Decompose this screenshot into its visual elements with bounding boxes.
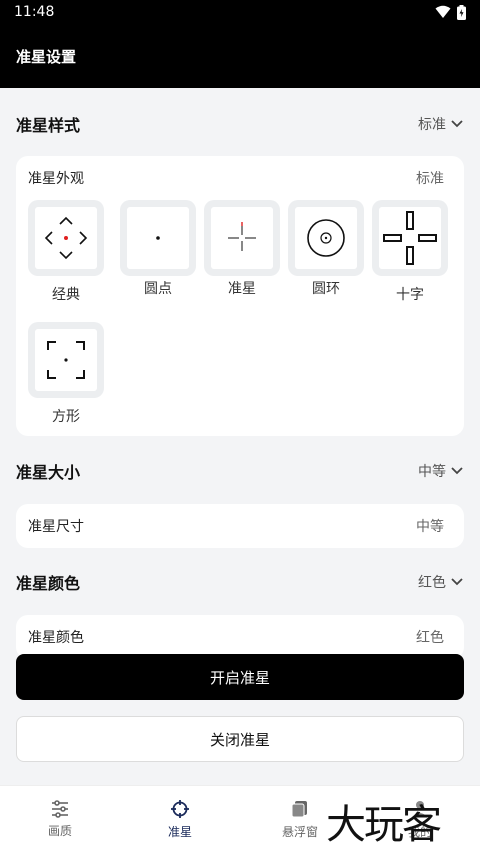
classic-crosshair-icon — [44, 216, 88, 260]
style-dropdown-value: 标准 — [418, 117, 446, 133]
size-row: 准星尺寸 中等 — [16, 504, 464, 548]
size-card[interactable]: 准星尺寸 中等 — [16, 504, 464, 548]
size-section-header[interactable]: 准星大小 中等 — [16, 456, 464, 486]
style-option-square[interactable]: 方形 — [28, 322, 104, 426]
tab-label: 准星 — [167, 825, 192, 839]
square-crosshair-icon — [47, 341, 85, 379]
ring-crosshair-icon — [307, 219, 345, 257]
style-option-frame — [204, 200, 280, 276]
style-option-frame — [28, 322, 104, 398]
style-option-label: 方形 — [52, 409, 80, 425]
style-option-preview — [295, 207, 357, 269]
style-option-dot[interactable]: 圆点 — [120, 200, 196, 298]
style-option-label: 圆点 — [144, 281, 172, 297]
enable-crosshair-button[interactable]: 开启准星 — [16, 654, 464, 700]
color-card[interactable]: 准星颜色 红色 — [16, 615, 464, 659]
status-bar: 11:48 — [0, 0, 480, 24]
style-option-frame — [28, 200, 104, 276]
style-option-preview — [379, 207, 441, 269]
status-time: 11:48 — [14, 4, 55, 20]
style-section-title: 准星样式 — [16, 116, 81, 135]
style-option-preview — [35, 207, 97, 269]
chevron-down-icon — [451, 120, 463, 128]
style-option-frame — [120, 200, 196, 276]
size-dropdown[interactable]: 中等 — [418, 461, 464, 481]
style-section-header[interactable]: 准星样式 标准 — [16, 109, 464, 139]
style-option-frame — [288, 200, 364, 276]
tab-crosshair[interactable]: 准星 — [120, 786, 240, 853]
battery-icon — [457, 4, 466, 20]
disable-crosshair-button[interactable]: 关闭准星 — [16, 716, 464, 762]
sliders-icon — [52, 800, 68, 818]
watermark-logo: 大玩客 — [326, 802, 442, 848]
color-dropdown-value: 红色 — [418, 575, 446, 591]
style-option-label: 经典 — [52, 287, 80, 303]
appearance-card: 准星外观 标准 经典 圆点 准星 圆环 十字 方形 — [16, 156, 464, 436]
size-label: 准星尺寸 — [28, 519, 84, 535]
size-value: 中等 — [416, 519, 444, 535]
dot-crosshair-icon — [156, 236, 160, 240]
cross-crosshair-icon — [383, 211, 437, 265]
window-icon — [291, 801, 307, 818]
style-option-label: 圆环 — [312, 281, 340, 297]
tab-label: 悬浮窗 — [281, 825, 318, 839]
color-row: 准星颜色 红色 — [16, 615, 464, 659]
app-header: 准星设置 — [0, 24, 480, 88]
appearance-value: 标准 — [416, 171, 444, 187]
style-option-preview — [35, 329, 97, 391]
color-label: 准星颜色 — [28, 630, 84, 646]
style-option-label: 准星 — [228, 281, 256, 297]
style-option-cross[interactable]: 十字 — [372, 200, 448, 304]
chevron-down-icon — [451, 578, 463, 586]
style-option-label: 十字 — [396, 287, 424, 303]
appearance-row: 准星外观 标准 — [16, 156, 464, 200]
tab-label: 画质 — [47, 824, 72, 838]
crosshair-icon — [171, 800, 189, 818]
chevron-down-icon — [451, 467, 463, 475]
size-section-title: 准星大小 — [16, 463, 81, 482]
color-section-title: 准星颜色 — [16, 574, 81, 593]
tab-quality[interactable]: 画质 — [0, 786, 120, 853]
status-icons — [435, 4, 466, 20]
style-dropdown[interactable]: 标准 — [418, 114, 464, 134]
appearance-label: 准星外观 — [28, 171, 84, 187]
crosshair-style-grid: 经典 圆点 准星 圆环 十字 方形 — [28, 200, 458, 430]
style-option-ring[interactable]: 圆环 — [288, 200, 364, 298]
style-option-classic[interactable]: 经典 — [28, 200, 104, 304]
color-section-header[interactable]: 准星颜色 红色 — [16, 567, 464, 597]
style-option-thin[interactable]: 准星 — [204, 200, 280, 298]
wifi-icon — [435, 5, 451, 18]
size-dropdown-value: 中等 — [418, 464, 446, 480]
page-title: 准星设置 — [16, 47, 77, 66]
style-option-preview — [127, 207, 189, 269]
thin-crosshair-icon — [228, 222, 256, 251]
style-option-frame — [372, 200, 448, 276]
style-option-preview — [211, 207, 273, 269]
color-value: 红色 — [416, 630, 444, 646]
color-dropdown[interactable]: 红色 — [418, 572, 464, 592]
